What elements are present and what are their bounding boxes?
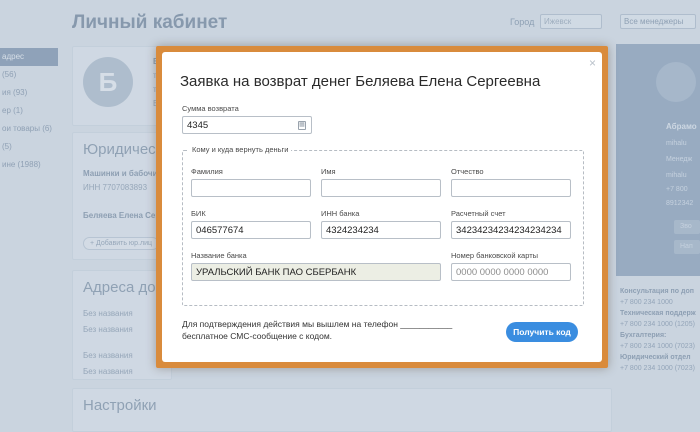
bik-input[interactable]: 046577674 xyxy=(191,221,311,239)
name-input[interactable] xyxy=(321,179,441,197)
modal-frame: × Заявка на возврат денег Беляева Елена … xyxy=(156,46,608,368)
bank-inn-label: ИНН банка xyxy=(321,209,360,218)
amount-value: 4345 xyxy=(187,120,209,131)
recipient-legend: Кому и куда вернуть деньги xyxy=(189,145,292,154)
surname-label: Фамилия xyxy=(191,167,223,176)
patronymic-label: Отчество xyxy=(451,167,484,176)
amount-input[interactable]: 4345 ▦ xyxy=(182,116,312,134)
card-number-input[interactable]: 0000 0000 0000 0000 xyxy=(451,263,571,281)
bank-name-input[interactable]: УРАЛЬСКИЙ БАНК ПАО СБЕРБАНК xyxy=(191,263,441,281)
account-label: Расчетный счет xyxy=(451,209,506,218)
refund-request-modal: × Заявка на возврат денег Беляева Елена … xyxy=(162,52,602,362)
bank-name-label: Название банка xyxy=(191,251,247,260)
sms-notice: Для подтверждения действия мы вышлем на … xyxy=(182,318,452,342)
calculator-icon: ▦ xyxy=(298,121,306,130)
surname-input[interactable] xyxy=(191,179,311,197)
name-label: Имя xyxy=(321,167,336,176)
patronymic-input[interactable] xyxy=(451,179,571,197)
bank-inn-input[interactable]: 4324234234 xyxy=(321,221,441,239)
bik-label: БИК xyxy=(191,209,206,218)
amount-label: Сумма возврата xyxy=(182,104,239,113)
sms-notice-line: бесплатное СМС-сообщение с кодом. xyxy=(182,331,333,341)
account-input[interactable]: 34234234234234234234 xyxy=(451,221,571,239)
get-code-button[interactable]: Получить код xyxy=(506,322,578,342)
modal-title: Заявка на возврат денег Беляева Елена Се… xyxy=(180,73,541,90)
recipient-fieldset: Кому и куда вернуть деньги Фамилия Имя О… xyxy=(182,145,584,306)
close-icon[interactable]: × xyxy=(589,56,596,70)
sms-notice-line: Для подтверждения действия мы вышлем на … xyxy=(182,319,453,329)
card-number-label: Номер банковской карты xyxy=(451,251,539,260)
